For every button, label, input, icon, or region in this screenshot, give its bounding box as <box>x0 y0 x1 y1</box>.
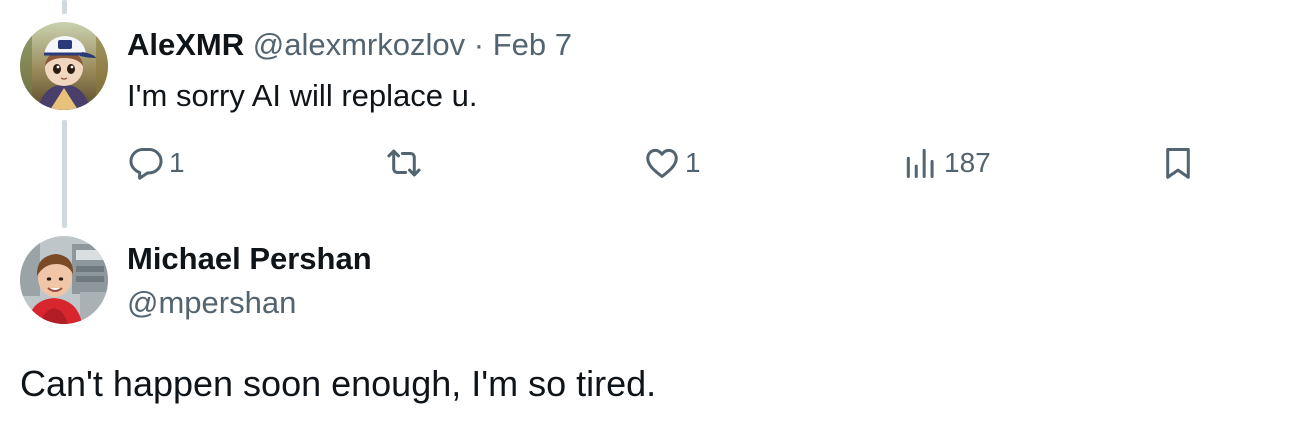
parent-tweet-header: AleXMR @alexmrkozlov · Feb 7 <box>127 26 572 64</box>
reply-icon <box>127 144 165 182</box>
reply-count: 1 <box>169 147 185 178</box>
avatar-mpershan[interactable] <box>20 236 108 324</box>
views-count: 187 <box>944 147 991 178</box>
reply-tweet-text: Can't happen soon enough, I'm so tired. <box>20 363 657 404</box>
parent-tweet-text: I'm sorry AI will replace u. <box>127 78 478 113</box>
thread-line-top <box>62 0 67 14</box>
parent-date[interactable]: Feb 7 <box>493 27 572 62</box>
reply-button[interactable]: 1 <box>127 141 185 185</box>
bookmark-button[interactable] <box>1159 141 1197 185</box>
bookmark-icon <box>1159 144 1197 182</box>
views-icon <box>902 144 940 182</box>
retweet-button[interactable] <box>384 141 428 185</box>
reply-handle[interactable]: @mpershan <box>127 284 296 322</box>
like-button[interactable]: 1 <box>643 141 701 185</box>
reply-display-name[interactable]: Michael Pershan <box>127 240 372 278</box>
parent-handle[interactable]: @alexmrkozlov <box>253 27 465 62</box>
tweet-action-bar: 1 1 187 <box>0 141 1296 185</box>
retweet-icon <box>384 144 424 182</box>
heart-icon <box>643 144 681 182</box>
views-button[interactable]: 187 <box>902 141 991 185</box>
like-count: 1 <box>685 147 701 178</box>
parent-display-name[interactable]: AleXMR <box>127 27 244 62</box>
header-separator: · <box>473 27 485 62</box>
avatar-alexmr[interactable] <box>20 22 108 110</box>
